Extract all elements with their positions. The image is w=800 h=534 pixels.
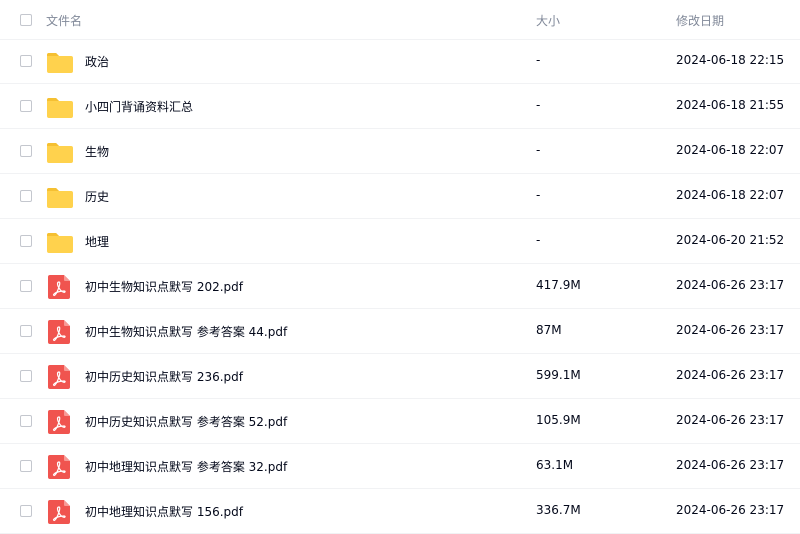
- row-checkbox[interactable]: [20, 235, 32, 247]
- folder-icon: [46, 95, 74, 119]
- row-checkbox[interactable]: [20, 145, 32, 157]
- folder-icon: [46, 140, 74, 164]
- file-size: 87M: [536, 323, 562, 337]
- column-header-name[interactable]: 文件名: [46, 12, 82, 29]
- row-checkbox[interactable]: [20, 325, 32, 337]
- pdf-icon: [46, 500, 74, 524]
- row-checkbox[interactable]: [20, 415, 32, 427]
- file-size: 105.9M: [536, 413, 581, 427]
- file-row[interactable]: 政治 - 2024-06-18 22:15: [0, 39, 800, 84]
- pdf-icon: [46, 365, 74, 389]
- file-date: 2024-06-26 23:17: [676, 368, 785, 382]
- file-row[interactable]: 地理 - 2024-06-20 21:52: [0, 219, 800, 264]
- file-date: 2024-06-26 23:17: [676, 458, 785, 472]
- file-size: -: [536, 233, 541, 247]
- file-name[interactable]: 初中生物知识点默写 202.pdf: [85, 278, 243, 295]
- file-size: 599.1M: [536, 368, 581, 382]
- file-row[interactable]: 初中地理知识点默写 参考答案 32.pdf 63.1M 2024-06-26 2…: [0, 444, 800, 489]
- file-date: 2024-06-26 23:17: [676, 503, 785, 517]
- file-size: -: [536, 98, 541, 112]
- select-all-checkbox[interactable]: [20, 14, 32, 26]
- column-header-date[interactable]: 修改日期: [676, 12, 724, 29]
- row-checkbox[interactable]: [20, 100, 32, 112]
- file-date: 2024-06-18 22:15: [676, 53, 785, 67]
- row-checkbox[interactable]: [20, 370, 32, 382]
- file-row[interactable]: 历史 - 2024-06-18 22:07: [0, 174, 800, 219]
- pdf-icon: [46, 275, 74, 299]
- file-row[interactable]: 初中生物知识点默写 202.pdf 417.9M 2024-06-26 23:1…: [0, 264, 800, 309]
- file-row[interactable]: 小四门背诵资料汇总 - 2024-06-18 21:55: [0, 84, 800, 129]
- file-size: -: [536, 188, 541, 202]
- file-size: -: [536, 143, 541, 157]
- file-name[interactable]: 初中地理知识点默写 156.pdf: [85, 503, 243, 520]
- file-size: 417.9M: [536, 278, 581, 292]
- file-row[interactable]: 初中生物知识点默写 参考答案 44.pdf 87M 2024-06-26 23:…: [0, 309, 800, 354]
- file-date: 2024-06-26 23:17: [676, 323, 785, 337]
- file-date: 2024-06-26 23:17: [676, 278, 785, 292]
- file-row[interactable]: 初中地理知识点默写 156.pdf 336.7M 2024-06-26 23:1…: [0, 489, 800, 534]
- file-name[interactable]: 地理: [85, 233, 109, 250]
- file-size: 63.1M: [536, 458, 574, 472]
- row-checkbox[interactable]: [20, 460, 32, 472]
- column-header-size[interactable]: 大小: [536, 12, 560, 29]
- file-name[interactable]: 初中历史知识点默写 236.pdf: [85, 368, 243, 385]
- file-name[interactable]: 历史: [85, 188, 109, 205]
- file-name[interactable]: 生物: [85, 143, 109, 160]
- file-size: -: [536, 53, 541, 67]
- pdf-icon: [46, 410, 74, 434]
- file-name[interactable]: 政治: [85, 53, 109, 70]
- file-date: 2024-06-20 21:52: [676, 233, 785, 247]
- file-row[interactable]: 初中历史知识点默写 参考答案 52.pdf 105.9M 2024-06-26 …: [0, 399, 800, 444]
- row-checkbox[interactable]: [20, 55, 32, 67]
- file-date: 2024-06-18 22:07: [676, 188, 785, 202]
- table-header: 文件名 大小 修改日期: [0, 0, 800, 40]
- file-date: 2024-06-26 23:17: [676, 413, 785, 427]
- pdf-icon: [46, 455, 74, 479]
- file-name[interactable]: 小四门背诵资料汇总: [85, 98, 193, 115]
- file-row[interactable]: 生物 - 2024-06-18 22:07: [0, 129, 800, 174]
- file-size: 336.7M: [536, 503, 581, 517]
- file-name[interactable]: 初中地理知识点默写 参考答案 32.pdf: [85, 458, 287, 475]
- file-date: 2024-06-18 22:07: [676, 143, 785, 157]
- folder-icon: [46, 185, 74, 209]
- row-checkbox[interactable]: [20, 190, 32, 202]
- folder-icon: [46, 50, 74, 74]
- row-checkbox[interactable]: [20, 280, 32, 292]
- file-date: 2024-06-18 21:55: [676, 98, 785, 112]
- file-name[interactable]: 初中生物知识点默写 参考答案 44.pdf: [85, 323, 287, 340]
- file-row[interactable]: 初中历史知识点默写 236.pdf 599.1M 2024-06-26 23:1…: [0, 354, 800, 399]
- file-name[interactable]: 初中历史知识点默写 参考答案 52.pdf: [85, 413, 287, 430]
- file-list: 文件名 大小 修改日期 政治 - 2024-06-18 22:15 小四门背诵资…: [0, 0, 800, 534]
- folder-icon: [46, 230, 74, 254]
- pdf-icon: [46, 320, 74, 344]
- row-checkbox[interactable]: [20, 505, 32, 517]
